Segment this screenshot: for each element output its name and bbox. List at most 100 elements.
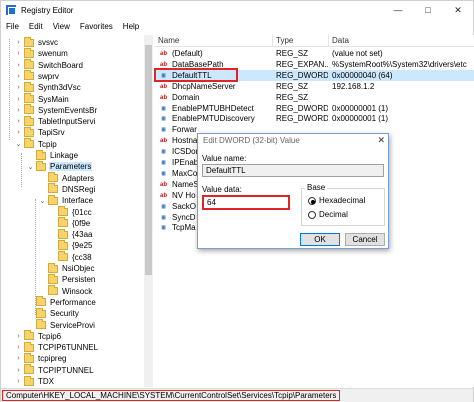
tree-item[interactable]: › swenum	[15, 47, 69, 59]
registry-app-icon	[6, 5, 16, 15]
tree-scrollbar[interactable]	[144, 35, 153, 387]
tree-item-label: {0f9e	[72, 218, 91, 228]
cell-name: DhcpNameServer	[172, 81, 236, 91]
chevron-right-icon[interactable]: ›	[15, 378, 22, 385]
chevron-down-icon[interactable]: ⌄	[27, 163, 34, 171]
tree-item[interactable]: Adapters	[39, 172, 95, 184]
tree-item[interactable]: › TabletInputServi	[15, 115, 96, 127]
tree-item[interactable]: › Synth3dVsc	[15, 81, 82, 93]
menu-file[interactable]: File	[1, 22, 24, 31]
string-value-icon: ab	[159, 93, 168, 101]
tree-item[interactable]: ⌄ Tcpip	[15, 138, 58, 150]
tree-item-label: TabletInputServi	[38, 117, 96, 127]
tree-item-label: TapiSrv	[38, 128, 65, 138]
chevron-right-icon[interactable]: ›	[15, 39, 22, 46]
tree-item[interactable]: {9e25	[49, 239, 93, 251]
tree-item[interactable]: › SysMain	[15, 93, 70, 105]
tree-item[interactable]: {cc38	[49, 251, 93, 263]
chevron-down-icon[interactable]: ⌄	[15, 140, 22, 148]
tree-item-label: svsvc	[38, 38, 58, 47]
value-data-input[interactable]: 64	[202, 195, 290, 210]
menu-help[interactable]: Help	[118, 22, 144, 31]
minimize-button[interactable]: —	[383, 1, 413, 19]
dialog-close-icon[interactable]: ✕	[377, 135, 385, 146]
tree-item[interactable]: › swprv	[15, 70, 60, 82]
tree-item[interactable]: ServiceProvi	[27, 319, 96, 331]
tree-item-label: Linkage	[50, 151, 79, 160]
folder-icon	[24, 126, 34, 137]
chevron-right-icon[interactable]: ›	[15, 50, 22, 57]
tree-item[interactable]: › TCPIP6TUNNEL	[15, 341, 99, 353]
column-header-name[interactable]: Name	[158, 36, 179, 45]
menu-view[interactable]: View	[48, 22, 75, 31]
registry-path[interactable]: Computer\HKEY_LOCAL_MACHINE\SYSTEM\Curre…	[2, 390, 341, 401]
chevron-right-icon[interactable]: ›	[15, 107, 22, 114]
tree-item[interactable]: NsiObjec	[39, 262, 95, 274]
tree-item[interactable]: › svsvc	[15, 36, 59, 48]
tree-item[interactable]: › TCPIPTUNNEL	[15, 364, 95, 376]
tree-item[interactable]: › Tcpip6	[15, 330, 62, 342]
table-row[interactable]: ab Domain REG_SZ	[154, 92, 474, 103]
menu-edit[interactable]: Edit	[24, 22, 48, 31]
chevron-right-icon[interactable]: ›	[15, 96, 22, 103]
tree-item-label: SysMain	[38, 94, 69, 104]
table-row[interactable]: ab DhcpNameServer REG_SZ 192.168.1.2	[154, 81, 474, 92]
decimal-radio[interactable]	[308, 210, 316, 219]
close-button[interactable]: ✕	[443, 1, 473, 19]
hexadecimal-option[interactable]: Hexadecimal	[308, 196, 365, 205]
chevron-right-icon[interactable]: ›	[15, 344, 22, 351]
menu-favorites[interactable]: Favorites	[75, 22, 118, 31]
tree-item[interactable]: Linkage	[27, 149, 79, 161]
tree-item[interactable]: ⌄ Interface	[39, 194, 94, 206]
tree-item[interactable]: › SystemEventsBr	[15, 104, 98, 116]
chevron-right-icon[interactable]: ›	[15, 73, 22, 80]
column-divider[interactable]	[272, 35, 273, 47]
folder-icon	[48, 194, 58, 205]
table-row[interactable]: ab (Default) REG_SZ (value not set)	[154, 48, 474, 59]
binary-value-icon: ▦	[161, 104, 166, 112]
tree-item[interactable]: Persisten	[39, 273, 96, 285]
tree-item-label: Persisten	[62, 275, 96, 285]
column-header-type[interactable]: Type	[276, 36, 293, 45]
folder-icon	[24, 330, 34, 341]
tree-item[interactable]: › SwitchBoard	[15, 59, 84, 71]
registry-key-tree[interactable]: › svsvc › swenum › SwitchBoard › swprv › Synth3dV…	[1, 35, 153, 387]
chevron-right-icon[interactable]: ›	[15, 118, 22, 125]
folder-icon	[24, 36, 34, 47]
chevron-down-icon[interactable]: ⌄	[39, 197, 46, 205]
chevron-right-icon[interactable]: ›	[15, 62, 22, 69]
tree-item[interactable]: DNSRegi	[39, 183, 96, 195]
tree-item[interactable]: ⌄ Parameters	[27, 160, 93, 172]
table-row[interactable]: ▦ EnablePMTUDiscovery REG_DWORD 0x00000001 …	[154, 113, 474, 124]
tree-item[interactable]: {0f9e	[49, 217, 91, 229]
tree-item-label: Performance	[50, 297, 96, 307]
string-value-icon: ab	[159, 191, 168, 199]
hexadecimal-radio[interactable]	[308, 196, 316, 205]
cancel-button[interactable]: Cancel	[345, 233, 385, 246]
ok-button[interactable]: OK	[300, 233, 340, 246]
value-name-label: Value name:	[202, 154, 247, 163]
maximize-button[interactable]: □	[413, 1, 443, 19]
tree-item[interactable]: Performance	[27, 296, 97, 308]
folder-icon	[24, 115, 34, 126]
tree-item[interactable]: Winsock	[39, 285, 93, 297]
chevron-right-icon[interactable]: ›	[15, 367, 22, 374]
tree-item[interactable]: › TapiSrv	[15, 126, 66, 138]
chevron-right-icon[interactable]: ›	[15, 333, 22, 340]
table-row[interactable]: ▦ EnablePMTUBHDetect REG_DWORD 0x00000001 (…	[154, 103, 474, 114]
tree-item[interactable]: › tcpipreg	[15, 352, 67, 364]
tree-scrollbar-thumb[interactable]	[145, 45, 152, 275]
decimal-option[interactable]: Decimal	[308, 210, 348, 219]
binary-value-icon: ▦	[161, 213, 166, 221]
chevron-right-icon[interactable]: ›	[15, 355, 22, 362]
dialog-title-bar[interactable]: Edit DWORD (32-bit) Value ✕	[198, 134, 388, 147]
cell-data: 0x00000001 (1)	[332, 114, 389, 124]
tree-item[interactable]: › TDX	[15, 375, 55, 387]
column-header-data[interactable]: Data	[332, 36, 349, 45]
tree-item[interactable]: {43aa	[49, 228, 93, 240]
chevron-right-icon[interactable]: ›	[15, 129, 22, 136]
column-divider[interactable]	[328, 35, 329, 47]
tree-item[interactable]: {01cc	[49, 206, 93, 218]
title-bar[interactable]: Registry Editor — □ ✕	[1, 1, 473, 19]
chevron-right-icon[interactable]: ›	[15, 84, 22, 91]
